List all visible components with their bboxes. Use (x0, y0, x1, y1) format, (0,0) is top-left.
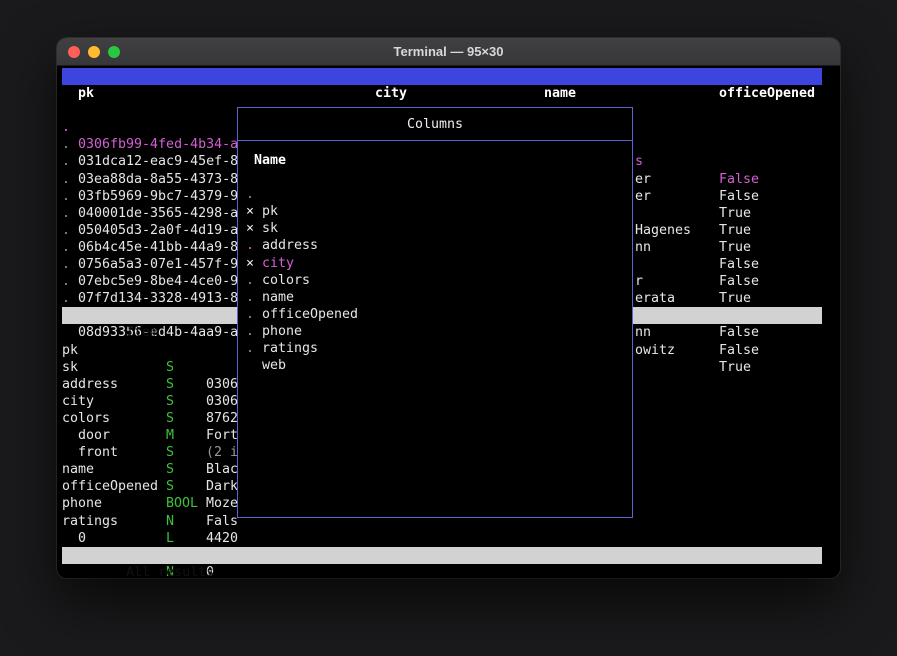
status-bar: All results (62, 547, 822, 564)
minimize-button[interactable] (88, 46, 100, 58)
traffic-lights (68, 46, 120, 58)
column-item[interactable]: . name (238, 255, 632, 272)
dialog-column-list: . pk × sk × address . city × (238, 169, 632, 340)
column-header-name: name (544, 85, 576, 102)
column-item[interactable]: . pk (238, 169, 632, 186)
column-item[interactable]: . ratings (238, 306, 632, 323)
status-text: All results (126, 565, 214, 578)
column-item[interactable]: . officeOpened (238, 272, 632, 289)
column-item[interactable]: . web (238, 323, 632, 340)
column-item[interactable]: × colors (238, 237, 632, 254)
column-item[interactable]: . phone (238, 289, 632, 306)
column-label: web (262, 357, 286, 374)
column-item[interactable]: . city (238, 220, 632, 237)
attribute-row: 1 N 5 (57, 530, 827, 547)
column-header-officeopened: officeOpened (719, 85, 815, 102)
terminal-window: Terminal — 95×30 Table: business-address… (57, 38, 840, 578)
column-marker-icon: . (246, 340, 254, 357)
dialog-name-header: Name (238, 152, 632, 169)
column-headers: pk city name officeOpened (57, 85, 827, 102)
desktop-background: Terminal — 95×30 Table: business-address… (0, 0, 897, 656)
close-button[interactable] (68, 46, 80, 58)
columns-dialog: Columns Name . pk × sk × address (237, 107, 633, 518)
column-header-city: city (375, 85, 407, 102)
column-header-pk: pk (78, 85, 94, 102)
table-header-bar: Table: business-addresses (62, 68, 822, 85)
dialog-body: Name . pk × sk × address . (238, 141, 632, 340)
terminal-screen[interactable]: Table: business-addresses pk city name o… (57, 66, 840, 578)
titlebar[interactable]: Terminal — 95×30 (57, 38, 840, 66)
zoom-button[interactable] (108, 46, 120, 58)
window-title: Terminal — 95×30 (394, 44, 504, 59)
dialog-title: Columns (238, 108, 632, 141)
column-item[interactable]: × address (238, 203, 632, 220)
column-item[interactable]: × sk (238, 186, 632, 203)
